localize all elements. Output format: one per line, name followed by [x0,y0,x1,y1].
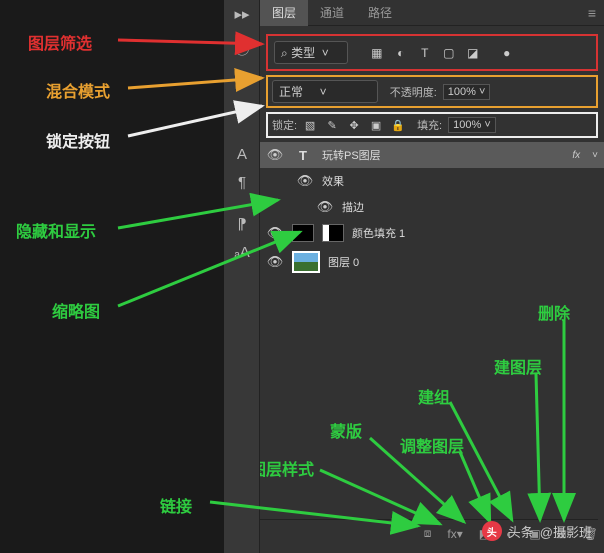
lock-pixels-icon[interactable]: ▧ [303,118,317,132]
layer-row[interactable]: 👁 颜色填充 1 [260,220,604,246]
filter-text-icon[interactable]: T [418,46,432,60]
link-icon[interactable]: ⧈ [424,526,432,541]
layer-name[interactable]: 颜色填充 1 [352,225,405,241]
wm-logo-icon: 头 [482,521,502,541]
filter-row: ⌕ 类型 ˅ ▦ ◐ T ▢ ◪ ● [266,34,598,71]
visibility-icon[interactable]: 👁 [266,225,284,241]
wm-brand: 头条 [508,522,534,541]
swatch-thumb [292,224,314,242]
fx-icon[interactable]: fx▾ [447,527,462,541]
annot-delete: 删除 [538,300,570,324]
lock-artboard-icon[interactable]: ▣ [369,118,383,132]
lock-all-icon[interactable]: 🔒 [391,118,405,132]
layer-row[interactable]: 👁 效果 [260,168,604,194]
filter-image-icon[interactable]: ▦ [370,46,384,60]
annot-mask: 蒙版 [330,418,362,442]
fill-label: 填充: [417,117,442,133]
profile-icon[interactable]: ◐ [224,94,260,122]
lock-brush-icon[interactable]: ✎ [325,118,339,132]
blend-row: 正常 ˅ 不透明度: 100% ˅ [266,75,598,108]
watermark: 头 头条 @摄影班 [482,521,592,541]
layer-row[interactable]: 👁 T 玩转PS图层 fx ˅ [260,142,604,168]
layers-list: 👁 T 玩转PS图层 fx ˅ 👁 效果 👁 描边 👁 颜色填充 1 👁 图层 … [260,142,604,278]
strip-expand-icon[interactable]: ▸▸ [224,0,260,28]
lock-move-icon[interactable]: ✥ [347,118,361,132]
annot-group: 建组 [418,384,450,408]
annot-lock: 锁定按钮 [46,128,110,152]
layer-name: 描边 [342,199,364,215]
visibility-icon[interactable]: 👁 [266,254,284,270]
annot-newlayer: 建图层 [494,354,542,378]
opacity-input[interactable]: 100% ˅ [443,84,491,100]
layer-name[interactable]: 玩转PS图层 [322,147,381,163]
filter-toggle-icon[interactable]: ● [500,46,514,60]
para-icon[interactable]: ¶ [224,168,260,196]
info-icon[interactable]: ⓘ [224,34,260,62]
text-layer-icon: T [292,146,314,164]
visibility-icon[interactable]: 👁 [266,147,284,163]
filter-adjust-icon[interactable]: ◐ [394,46,408,60]
panel-menu-icon[interactable]: ≡ [588,5,596,21]
layer-name: 效果 [322,173,344,189]
char-icon[interactable]: A [224,140,260,168]
filter-shape-icon[interactable]: ▢ [442,46,456,60]
lock-row: 锁定: ▧ ✎ ✥ ▣ 🔒 填充: 100% ˅ [266,112,598,138]
swatch-icon[interactable]: ₐA [224,238,260,266]
wm-author: @摄影班 [540,522,592,541]
annot-visibility: 隐藏和显示 [16,218,96,242]
visibility-icon[interactable]: 👁 [296,173,314,189]
blend-mode-select[interactable]: 正常 ˅ [272,80,378,103]
tab-paths[interactable]: 路径 [356,0,404,26]
annot-thumb: 缩略图 [52,298,100,322]
layer-row[interactable]: 👁 图层 0 [260,246,604,278]
filter-smart-icon[interactable]: ◪ [466,46,480,60]
lock-label: 锁定: [272,117,297,133]
glyph-icon[interactable]: ⁋ [224,210,260,238]
fill-input[interactable]: 100% ˅ [448,117,496,133]
opacity-label: 不透明度: [390,84,437,100]
mask-thumb [322,224,344,242]
layer-row[interactable]: 👁 描边 [260,194,604,220]
annot-filter: 图层筛选 [28,30,92,54]
fx-badge[interactable]: fx [572,150,580,161]
annot-link: 链接 [160,493,192,517]
tab-layers[interactable]: 图层 [260,0,308,26]
annot-blend: 混合模式 [46,78,110,102]
image-thumb [292,251,320,273]
tab-channels[interactable]: 通道 [308,0,356,26]
filter-type-select[interactable]: ⌕ 类型 ˅ [274,41,348,64]
annot-adjust: 调整图层 [400,433,464,457]
layer-name[interactable]: 图层 0 [328,254,359,270]
visibility-icon[interactable]: 👁 [316,199,334,215]
fx-chevron-icon[interactable]: ˅ [592,150,598,161]
